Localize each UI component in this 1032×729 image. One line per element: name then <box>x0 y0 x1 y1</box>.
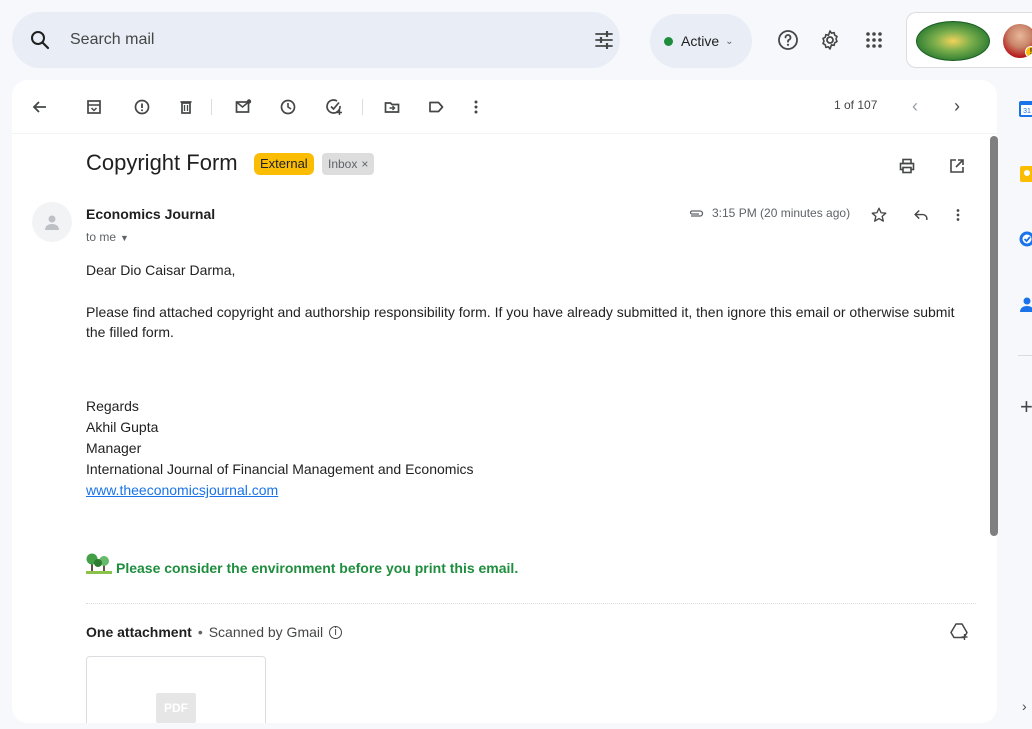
status-label: Active <box>681 33 720 49</box>
attachment-clip-icon <box>689 210 704 217</box>
email-subject: Copyright Form <box>86 150 238 175</box>
search-bar[interactable] <box>12 12 620 68</box>
open-new-window-icon[interactable] <box>947 156 967 176</box>
eco-note: Please consider the environment before y… <box>116 560 519 576</box>
side-panel: 31 + › <box>1008 80 1032 729</box>
move-to-icon[interactable] <box>382 97 402 117</box>
report-spam-icon[interactable] <box>132 97 152 117</box>
email-view: 1 of 107 ‹ › Copyright Form External Inb… <box>12 80 997 723</box>
dot-separator: • <box>197 624 203 640</box>
apps-grid-icon[interactable] <box>862 28 886 52</box>
more-options-icon[interactable] <box>466 97 486 117</box>
contacts-icon[interactable] <box>1018 295 1032 313</box>
attachment-header: One attachment • Scanned by Gmail i <box>86 624 343 640</box>
sender-name[interactable]: Economics Journal <box>86 206 215 222</box>
inbox-label-chip[interactable]: Inbox × <box>322 153 375 175</box>
pagination-count: 1 of 107 <box>834 98 878 112</box>
archive-icon[interactable] <box>84 97 104 117</box>
person-icon <box>45 215 59 230</box>
print-icon[interactable] <box>897 156 917 176</box>
label-icon[interactable] <box>426 97 446 117</box>
calendar-icon[interactable]: 31 <box>1018 100 1032 118</box>
top-bar: Active ⌄ ! <box>0 0 1032 80</box>
tasks-icon[interactable] <box>1018 230 1032 248</box>
star-icon[interactable] <box>870 206 888 224</box>
greeting: Dear Dio Caisar Darma, <box>86 262 236 278</box>
website-link[interactable]: www.theeconomicsjournal.com <box>86 482 278 498</box>
sender-avatar[interactable] <box>32 202 72 242</box>
next-email-icon[interactable]: › <box>954 96 960 117</box>
email-toolbar: 1 of 107 ‹ › <box>12 80 997 134</box>
recipient-details[interactable]: to me ▼ <box>86 230 129 244</box>
recipient-text: to me <box>86 230 117 244</box>
email-timestamp: 3:15 PM (20 minutes ago) <box>712 206 851 220</box>
svg-text:31: 31 <box>1023 108 1031 115</box>
signature-line: International Journal of Financial Manag… <box>86 461 474 477</box>
add-to-tasks-icon[interactable] <box>324 97 344 117</box>
body-paragraph: Please find attached copyright and autho… <box>86 304 955 340</box>
message-more-icon[interactable] <box>949 206 967 224</box>
toolbar-divider <box>362 99 363 115</box>
toolbar-divider <box>211 99 212 115</box>
inbox-label-text: Inbox <box>328 157 358 171</box>
attachment-divider <box>86 603 976 604</box>
signature-line: Akhil Gupta <box>86 419 159 435</box>
eco-footer: Please consider the environment before y… <box>86 550 518 576</box>
signature-line: Regards <box>86 398 139 414</box>
remove-label-icon[interactable]: × <box>361 157 368 171</box>
expand-panel-icon[interactable]: › <box>1022 698 1027 714</box>
keep-notes-icon[interactable] <box>1018 165 1032 183</box>
email-meta: 3:15 PM (20 minutes ago) <box>688 206 850 220</box>
account-avatar[interactable]: ! <box>1003 24 1032 58</box>
active-status-dot <box>664 36 673 46</box>
search-icon[interactable] <box>28 28 52 52</box>
status-selector[interactable]: Active ⌄ <box>650 14 752 68</box>
trees-icon <box>86 553 112 574</box>
attachment-title: One attachment <box>86 624 192 640</box>
search-input[interactable] <box>70 26 550 54</box>
info-icon[interactable]: i <box>329 625 343 639</box>
attachment-thumbnail[interactable]: PDF <box>86 656 266 723</box>
search-options-icon[interactable] <box>592 28 616 52</box>
warning-badge-icon: ! <box>1025 46 1032 58</box>
scanned-text: Scanned by Gmail <box>208 624 324 640</box>
settings-gear-icon[interactable] <box>818 28 842 52</box>
pdf-file-icon: PDF <box>156 693 196 723</box>
signature-line: Manager <box>86 440 142 456</box>
previous-email-icon[interactable]: ‹ <box>912 96 918 117</box>
scrollbar-thumb[interactable] <box>990 136 998 536</box>
account-switcher[interactable]: ! <box>906 12 1032 68</box>
back-icon[interactable] <box>30 97 50 117</box>
mark-unread-icon[interactable] <box>233 97 253 117</box>
snooze-clock-icon[interactable] <box>278 97 298 117</box>
external-tag: External <box>254 153 314 175</box>
delete-icon[interactable] <box>176 97 196 117</box>
chevron-down-icon: ⌄ <box>725 35 734 47</box>
email-body: Dear Dio Caisar Darma, Please find attac… <box>86 260 976 500</box>
add-addon-icon[interactable]: + <box>1020 394 1032 420</box>
caret-down-icon[interactable]: ▼ <box>120 233 129 243</box>
organization-logo <box>916 21 990 61</box>
add-to-drive-icon[interactable] <box>949 621 969 641</box>
help-icon[interactable] <box>776 28 800 52</box>
reply-icon[interactable] <box>912 206 930 224</box>
side-panel-divider <box>1018 355 1032 356</box>
